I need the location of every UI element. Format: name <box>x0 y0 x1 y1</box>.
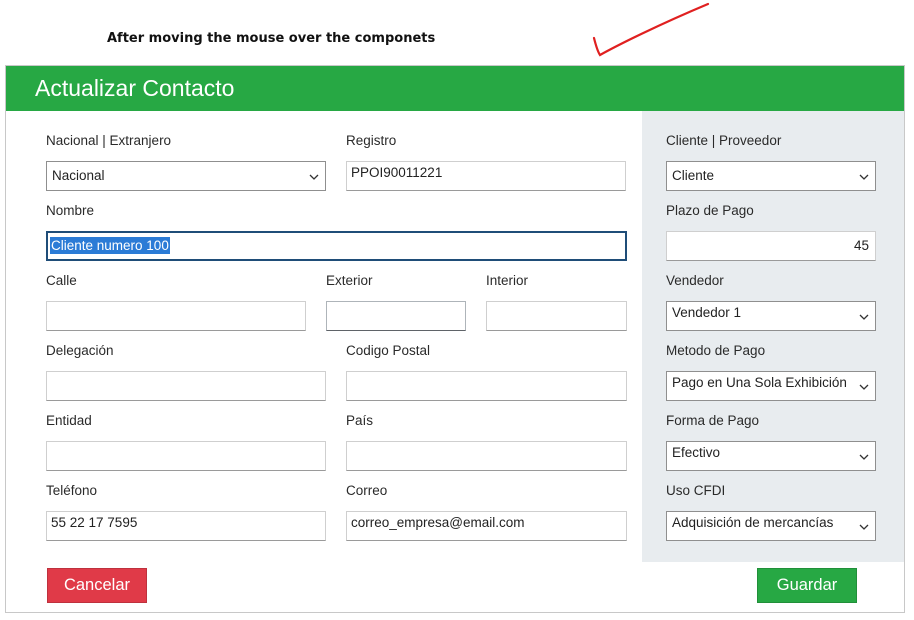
chevron-down-icon <box>859 524 869 530</box>
calle-input[interactable] <box>46 301 306 331</box>
metodo-pago-label: Metodo de Pago <box>666 343 766 358</box>
telefono-label: Teléfono <box>46 483 98 498</box>
exterior-input[interactable] <box>326 301 466 331</box>
cliente-proveedor-value: Cliente <box>672 168 715 183</box>
chevron-down-icon <box>859 174 869 180</box>
entidad-label: Entidad <box>46 413 92 428</box>
uso-cfdi-label: Uso CFDI <box>666 483 726 498</box>
chevron-down-icon <box>859 454 869 460</box>
uso-cfdi-select[interactable]: Adquisición de mercancías <box>666 511 876 541</box>
forma-pago-select[interactable]: Efectivo <box>666 441 876 471</box>
vendedor-value: Vendedor 1 <box>672 305 742 320</box>
interior-label: Interior <box>486 273 529 288</box>
nacional-select[interactable]: Nacional <box>46 161 326 191</box>
codigo-postal-label: Codigo Postal <box>346 343 431 358</box>
chevron-down-icon <box>309 174 319 180</box>
dialog-header: Actualizar Contacto <box>6 66 904 111</box>
nombre-input[interactable]: Cliente numero 100 <box>46 231 627 261</box>
metodo-pago-select[interactable]: Pago en Una Sola Exhibición <box>666 371 876 401</box>
vendedor-label: Vendedor <box>666 273 724 288</box>
cliente-proveedor-label: Cliente | Proveedor <box>666 133 782 148</box>
save-button[interactable]: Guardar <box>757 568 857 603</box>
nombre-value: Cliente numero 100 <box>50 237 170 254</box>
entidad-input[interactable] <box>46 441 326 471</box>
update-contact-dialog: Actualizar Contacto Nacional | Extranjer… <box>5 65 905 613</box>
dialog-title: Actualizar Contacto <box>35 75 235 101</box>
forma-pago-value: Efectivo <box>672 445 721 460</box>
nombre-label: Nombre <box>46 203 95 218</box>
checkmark-icon <box>592 2 710 57</box>
delegacion-label: Delegación <box>46 343 114 358</box>
exterior-label: Exterior <box>326 273 373 288</box>
cancel-button[interactable]: Cancelar <box>47 568 147 603</box>
uso-cfdi-value: Adquisición de mercancías <box>672 515 834 530</box>
metodo-pago-value: Pago en Una Sola Exhibición <box>672 375 847 390</box>
chevron-down-icon <box>859 384 869 390</box>
correo-label: Correo <box>346 483 388 498</box>
chevron-down-icon <box>859 314 869 320</box>
telefono-input[interactable]: 55 22 17 7595 <box>46 511 326 541</box>
cliente-proveedor-select[interactable]: Cliente <box>666 161 876 191</box>
pais-label: País <box>346 413 374 428</box>
vendedor-select[interactable]: Vendedor 1 <box>666 301 876 331</box>
nacional-value: Nacional <box>52 168 105 183</box>
correo-input[interactable]: correo_empresa@email.com <box>346 511 627 541</box>
plazo-pago-label: Plazo de Pago <box>666 203 754 218</box>
nacional-label: Nacional | Extranjero <box>46 133 172 148</box>
registro-label: Registro <box>346 133 397 148</box>
forma-pago-label: Forma de Pago <box>666 413 760 428</box>
annotation-text: After moving the mouse over the componet… <box>107 31 436 46</box>
interior-input[interactable] <box>486 301 627 331</box>
calle-label: Calle <box>46 273 77 288</box>
codigo-postal-input[interactable] <box>346 371 627 401</box>
plazo-pago-input[interactable]: 45 <box>666 231 876 261</box>
delegacion-input[interactable] <box>46 371 326 401</box>
pais-input[interactable] <box>346 441 627 471</box>
registro-input[interactable]: PPOI90011221 <box>346 161 626 191</box>
